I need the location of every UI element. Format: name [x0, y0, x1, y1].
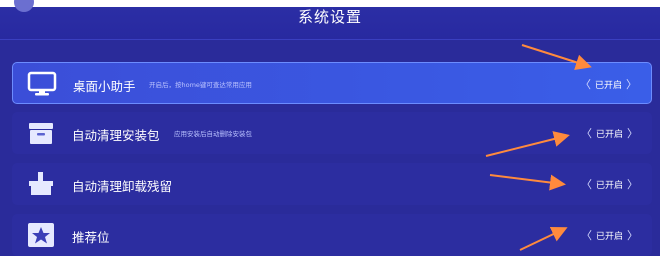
package-box-icon [26, 120, 56, 146]
setting-row-clean-install-package[interactable]: 自动清理安装包 应用安装后自动删除安装包 〈 已开启 〉 [12, 112, 652, 154]
title-bar: 系统设置 [0, 0, 660, 40]
setting-row-clean-uninstall-residue[interactable]: 自动清理卸载残留 〈 已开启 〉 [12, 163, 652, 205]
star-icon [26, 222, 56, 248]
chevron-left-icon: 〈 [579, 78, 591, 91]
setting-row-recommend-slot[interactable]: 推荐位 〈 已开启 〉 [12, 214, 652, 256]
status-text: 已开启 [594, 80, 622, 91]
setting-label: 推荐位 [72, 230, 110, 245]
status-toggle[interactable]: 〈 已开启 〉 [580, 76, 637, 92]
monitor-icon [27, 71, 57, 97]
chevron-left-icon: 〈 [580, 127, 592, 140]
status-toggle[interactable]: 〈 已开启 〉 [581, 227, 638, 243]
setting-label: 桌面小助手 [73, 79, 136, 94]
chevron-right-icon: 〉 [626, 78, 637, 91]
chevron-right-icon: 〉 [627, 229, 638, 242]
setting-label: 自动清理安装包 [72, 128, 160, 143]
chevron-left-icon: 〈 [580, 229, 592, 242]
cleanup-icon [26, 171, 56, 197]
setting-description: 应用安装后自动删除安装包 [174, 130, 252, 138]
status-toggle[interactable]: 〈 已开启 〉 [581, 176, 638, 192]
chevron-right-icon: 〉 [627, 178, 638, 191]
setting-label: 自动清理卸载残留 [72, 179, 173, 194]
status-toggle[interactable]: 〈 已开启 〉 [581, 125, 638, 141]
chevron-left-icon: 〈 [580, 178, 592, 191]
status-text: 已开启 [595, 129, 623, 140]
page-title: 系统设置 [297, 8, 362, 26]
status-text: 已开启 [595, 180, 623, 191]
chevron-right-icon: 〉 [627, 127, 638, 140]
setting-row-desktop-assistant[interactable]: 桌面小助手 开启后，按home键可查达常用应用 〈 已开启 〉 [12, 62, 652, 104]
setting-description: 开启后，按home键可查达常用应用 [149, 81, 252, 89]
status-text: 已开启 [595, 231, 623, 242]
